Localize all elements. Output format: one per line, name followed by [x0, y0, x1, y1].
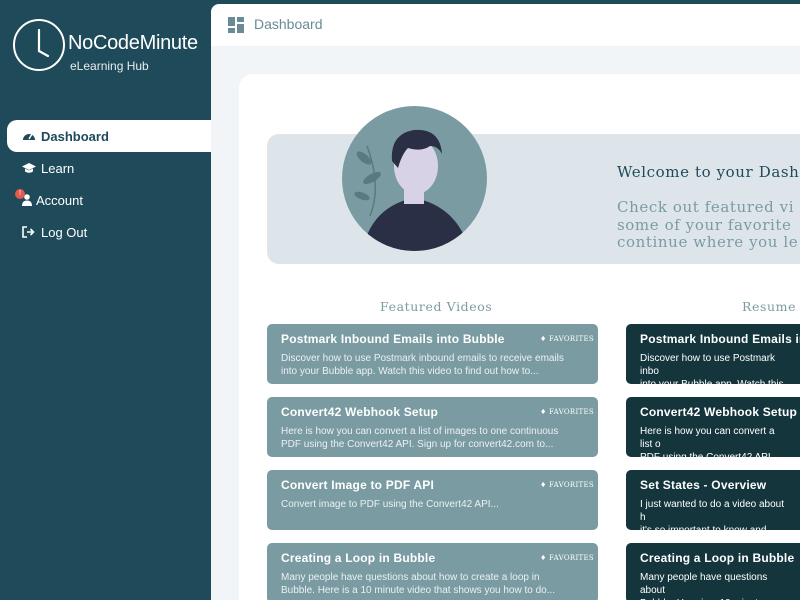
featured-video-card[interactable]: Creating a Loop in Bubble Many people ha…	[267, 543, 598, 600]
video-description: I just wanted to do a video about h it's…	[640, 499, 784, 530]
video-title: Creating a Loop in Bubble	[640, 551, 795, 565]
page-title: Dashboard	[254, 16, 323, 32]
video-description: Discover how to use Postmark inbo into y…	[640, 353, 784, 384]
sidebar-item-account[interactable]: ! Account	[0, 184, 211, 216]
graduation-cap-icon	[21, 161, 37, 175]
video-title: Postmark Inbound Emails into Bubble	[281, 332, 505, 346]
resume-video-card[interactable]: Set States - Overview I just wanted to d…	[626, 470, 800, 530]
favorites-button[interactable]: ♦ FAVORITES	[540, 408, 594, 416]
sidebar-nav: Dashboard Learn ! Account Log Out	[0, 120, 211, 248]
resume-video-card[interactable]: Postmark Inbound Emails int Discover how…	[626, 324, 800, 384]
video-title: Set States - Overview	[640, 478, 767, 492]
sign-out-icon	[21, 225, 37, 239]
video-title: Convert Image to PDF API	[281, 478, 435, 492]
welcome-title: Welcome to your Dash	[617, 163, 800, 181]
sidebar-item-dashboard[interactable]: Dashboard	[7, 120, 211, 152]
sidebar-item-label: Account	[36, 192, 83, 208]
brand-logo[interactable]: NoCodeMinute eLearning Hub	[13, 19, 213, 79]
featured-video-card[interactable]: Postmark Inbound Emails into Bubble Disc…	[267, 324, 598, 384]
resume-video-card[interactable]: Convert42 Webhook Setup Here is how you …	[626, 397, 800, 457]
dashboard-grid-icon	[228, 17, 244, 37]
video-description: Many people have questions about how to …	[281, 572, 556, 596]
favorites-button[interactable]: ♦ FAVORITES	[540, 554, 594, 562]
video-description: Discover how to use Postmark inbound ema…	[281, 353, 564, 377]
video-description: Here is how you can convert a list of im…	[281, 426, 559, 450]
video-description: Convert image to PDF using the Convert42…	[281, 499, 499, 510]
featured-videos-title: Featured Videos	[380, 299, 493, 314]
sidebar: NoCodeMinute eLearning Hub Dashboard Lea…	[0, 0, 211, 600]
tachometer-icon	[21, 129, 37, 143]
notification-badge: !	[15, 189, 25, 199]
avatar-illustration	[342, 106, 487, 251]
video-description: Many people have questions about Bubble.…	[640, 572, 768, 600]
favorites-button[interactable]: ♦ FAVORITES	[540, 335, 594, 343]
resume-video-card[interactable]: Creating a Loop in Bubble Many people ha…	[626, 543, 800, 600]
video-title: Postmark Inbound Emails int	[640, 332, 800, 346]
video-title: Convert42 Webhook Setup	[640, 405, 798, 419]
sidebar-item-label: Dashboard	[41, 128, 109, 144]
sidebar-item-label: Learn	[41, 160, 75, 176]
welcome-message: Check out featured vi some of your favor…	[617, 198, 799, 251]
video-title: Creating a Loop in Bubble	[281, 551, 436, 565]
top-bar: Dashboard	[211, 4, 800, 46]
brand-name: NoCodeMinute	[68, 32, 198, 54]
resume-videos-title: Resume V	[742, 299, 800, 314]
sidebar-item-learn[interactable]: Learn	[0, 152, 211, 184]
sidebar-item-label: Log Out	[41, 224, 88, 240]
sidebar-item-log-out[interactable]: Log Out	[0, 216, 211, 248]
brand-tagline: eLearning Hub	[70, 59, 149, 73]
video-title: Convert42 Webhook Setup	[281, 405, 439, 419]
favorites-button[interactable]: ♦ FAVORITES	[540, 481, 594, 489]
video-description: Here is how you can convert a list o PDF…	[640, 426, 775, 457]
clock-icon	[13, 19, 65, 71]
featured-video-card[interactable]: Convert42 Webhook Setup Here is how you …	[267, 397, 598, 457]
featured-video-card[interactable]: Convert Image to PDF API Convert image t…	[267, 470, 598, 530]
